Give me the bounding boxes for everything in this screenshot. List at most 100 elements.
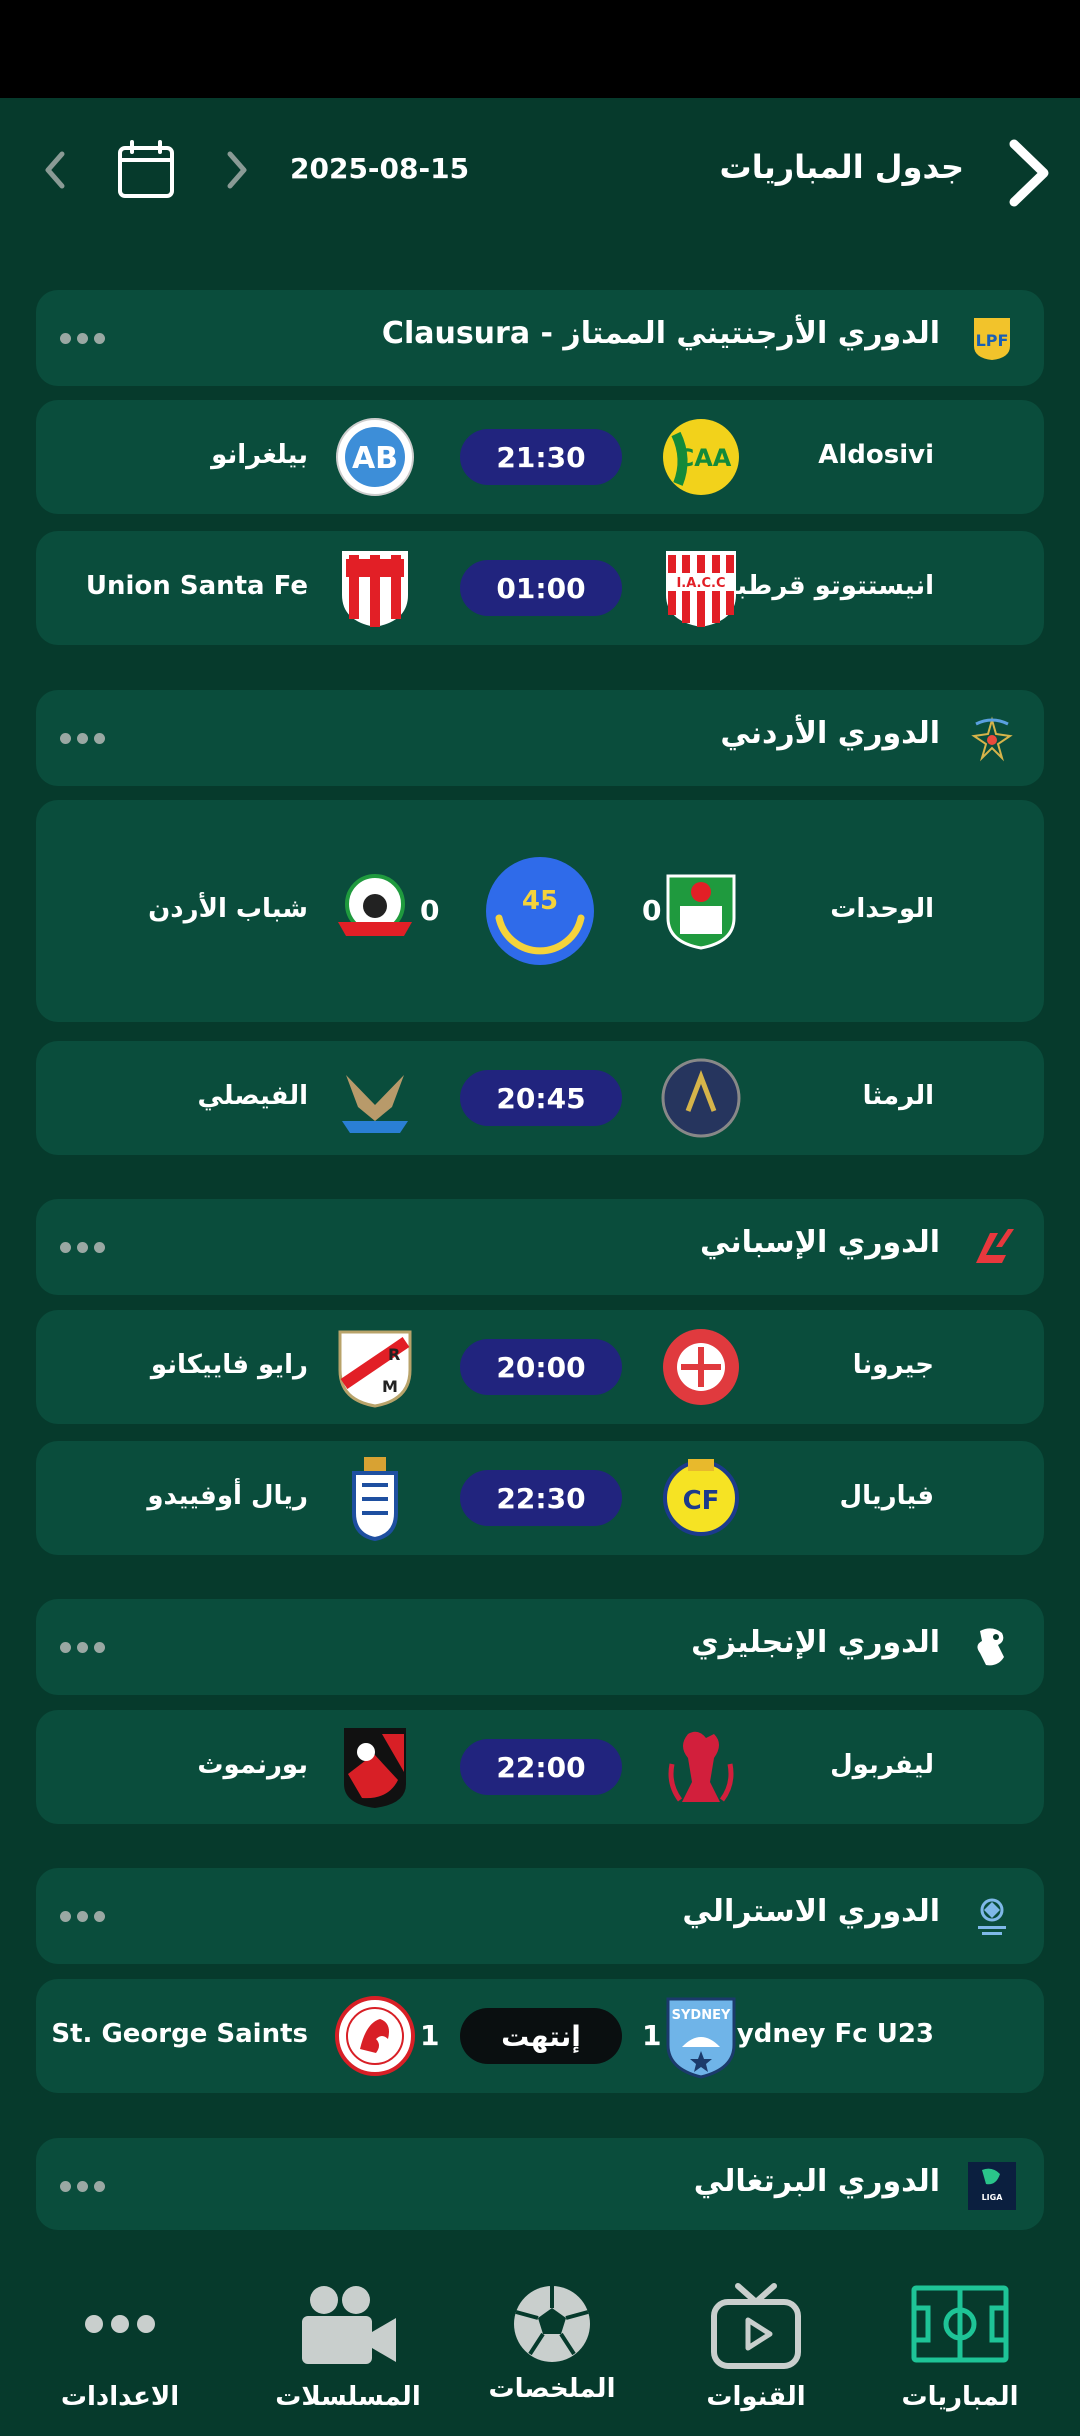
match-row[interactable]: الرمثا 20:45 الفيصلي [36, 1041, 1044, 1155]
match-status-ended: إنتهت [460, 2008, 622, 2064]
away-team-name: ريال أوفييدو [147, 1481, 308, 1511]
premier-league-logo-icon [977, 1628, 1004, 1666]
nav-item-series[interactable]: المسلسلات [240, 2254, 456, 2436]
rayo-vallecano-logo-icon: R M [338, 1330, 412, 1408]
nav-item-highlights[interactable]: الملخصات [444, 2254, 660, 2436]
league-header-australia[interactable]: الدوري الاسترالي [36, 1868, 1044, 1964]
liverpool-logo-icon [668, 1731, 734, 1802]
home-team-name: جيرونا [852, 1350, 934, 1380]
home-score: 0 [642, 894, 662, 927]
away-team-name: الفيصلي [197, 1081, 308, 1111]
more-options-icon[interactable] [52, 718, 112, 758]
away-team-name: St. George Saints [51, 2019, 308, 2049]
league-name: الدوري الإسباني [700, 1225, 940, 1260]
laliga-logo-icon [976, 1229, 1014, 1263]
al-wehdat-logo-icon [666, 874, 736, 950]
match-row-live[interactable]: الوحدات 0 45 0 شباب الأردن [36, 800, 1044, 1022]
league-name: الدوري الإنجليزي [691, 1625, 940, 1660]
match-row[interactable]: انيستتوتو قرطبة I.A.C.C 01:00 Union Sant… [36, 531, 1044, 645]
al-ramtha-logo-icon [661, 1058, 741, 1138]
real-oviedo-logo-icon [352, 1457, 398, 1541]
svg-text:CAA: CAA [677, 444, 732, 472]
match-row[interactable]: فياريال CF 22:30 ريال أوفييدو [36, 1441, 1044, 1555]
league-header-spain[interactable]: الدوري الإسباني [36, 1199, 1044, 1295]
away-team-name: بيلغرانو [211, 440, 308, 470]
nav-item-matches[interactable]: المباريات [852, 2254, 1068, 2436]
svg-text:M: M [382, 1377, 398, 1396]
league-name: الدوري الأردني [720, 716, 940, 751]
nav-label: المباريات [901, 2382, 1019, 2412]
st-george-saints-logo-icon [335, 1996, 415, 2076]
more-options-icon[interactable] [52, 1627, 112, 1667]
match-row[interactable]: Aldosivi CAA 21:30 AB بيلغرانو [36, 400, 1044, 514]
belgrano-logo-icon: AB [336, 418, 414, 496]
home-score: 1 [642, 2019, 662, 2052]
home-team-name: فياريال [839, 1481, 934, 1511]
league-header-jordan[interactable]: الدوري الأردني [36, 690, 1044, 786]
match-row[interactable]: Sydney Fc U23 SYDNEY 1 إنتهت 1 St. Georg… [36, 1979, 1044, 2093]
sydney-fc-logo-icon: SYDNEY [666, 1997, 736, 2079]
home-team-name: انيستتوتو قرطبة [721, 571, 934, 601]
previous-day-chevron-icon[interactable] [40, 148, 70, 192]
video-camera-icon [302, 2286, 396, 2364]
league-header-portugal[interactable]: LIGA الدوري البرتغالي [36, 2138, 1044, 2230]
league-header-argentina[interactable]: LPF الدوري الأرجنتيني الممتاز - Clausura [36, 290, 1044, 386]
australian-npl-logo-icon [978, 1898, 1006, 1935]
pitch-icon [911, 2285, 1009, 2363]
match-time: 22:00 [460, 1739, 622, 1795]
svg-text:LIGA: LIGA [982, 2193, 1004, 2202]
nav-item-settings[interactable]: الاعدادات [12, 2254, 228, 2436]
match-row[interactable]: ليفربول 22:00 بورنموث [36, 1710, 1044, 1824]
nav-label: الملخصات [488, 2374, 616, 2404]
match-time: 20:00 [460, 1339, 622, 1395]
svg-text:R: R [388, 1345, 400, 1364]
tv-icon [711, 2283, 801, 2369]
more-options-icon[interactable] [52, 2166, 112, 2206]
more-options-icon[interactable] [52, 1896, 112, 1936]
football-icon [514, 2286, 590, 2362]
girona-logo-icon [663, 1329, 739, 1405]
union-santa-fe-logo-icon [342, 551, 408, 627]
away-score: 1 [420, 2019, 440, 2052]
more-dots-icon [85, 2315, 155, 2333]
away-team-name: شباب الأردن [148, 894, 308, 924]
live-minute: 45 [521, 886, 559, 916]
league-name: الدوري البرتغالي [693, 2164, 940, 2199]
svg-text:I.A.C.C: I.A.C.C [676, 576, 725, 591]
league-name: الدوري الأرجنتيني الممتاز - Clausura [381, 316, 940, 351]
away-team-name: بورنموث [197, 1750, 308, 1780]
svg-text:CF: CF [683, 1486, 720, 1516]
match-time: 21:30 [460, 429, 622, 485]
away-score: 0 [420, 894, 440, 927]
match-time: 22:30 [460, 1470, 622, 1526]
league-header-england[interactable]: الدوري الإنجليزي [36, 1599, 1044, 1695]
calendar-icon[interactable] [116, 140, 176, 200]
home-team-name: Aldosivi [818, 440, 934, 470]
home-team-name: Sydney Fc U23 [718, 2019, 934, 2049]
match-row[interactable]: جيرونا 20:00 R M رايو فاييكانو [36, 1310, 1044, 1424]
current-date: 2025-08-15 [290, 152, 470, 185]
al-faisaly-logo-icon [342, 1075, 408, 1133]
chevron-right-icon[interactable] [1002, 138, 1052, 208]
bottom-navigation: المباريات القنوات الملخصات المسلسلات الا… [0, 2254, 1080, 2436]
more-options-icon[interactable] [52, 1227, 112, 1267]
away-team-name: Union Santa Fe [85, 571, 308, 601]
home-team-name: الوحدات [830, 894, 934, 924]
more-options-icon[interactable] [52, 318, 112, 358]
jordan-league-logo-icon [971, 716, 1013, 762]
nav-label: المسلسلات [275, 2382, 421, 2412]
next-day-chevron-icon[interactable] [222, 148, 252, 192]
svg-text:SYDNEY: SYDNEY [672, 2008, 731, 2023]
nav-label: الاعدادات [60, 2382, 180, 2412]
home-team-name: الرمثا [862, 1081, 934, 1111]
match-time: 20:45 [460, 1070, 622, 1126]
svg-text:LPF: LPF [976, 331, 1009, 350]
status-bar [0, 0, 1080, 98]
page-title: جدول المباريات [719, 148, 964, 186]
villarreal-logo-icon: CF [663, 1459, 739, 1536]
shabab-al-ordon-logo-icon [338, 874, 412, 936]
nav-label: القنوات [706, 2382, 806, 2412]
away-team-name: رايو فاييكانو [150, 1350, 308, 1380]
nav-item-channels[interactable]: القنوات [648, 2254, 864, 2436]
home-team-name: ليفربول [830, 1750, 934, 1780]
